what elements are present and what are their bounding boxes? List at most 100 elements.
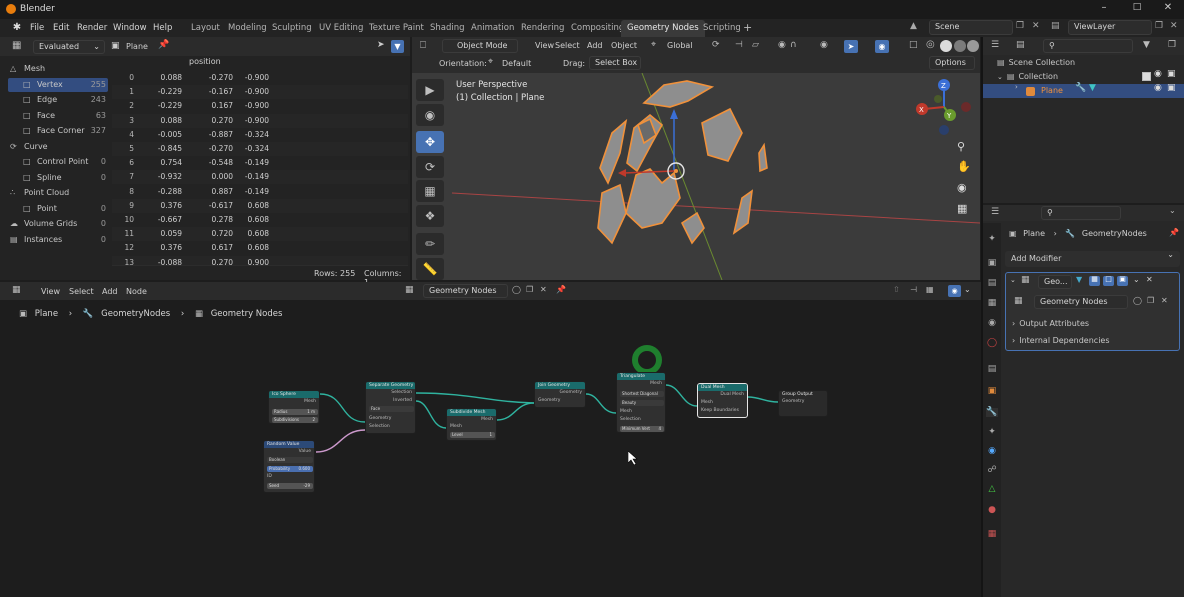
spreadsheet-domain-point[interactable]: □ Point 0 <box>8 202 108 216</box>
add-modifier-button[interactable]: Add Modifier ⌄ <box>1005 251 1180 267</box>
outliner-search-field[interactable]: ⚲ <box>1043 39 1133 53</box>
fake-user-shield-icon[interactable]: ◯ <box>1133 297 1142 305</box>
menu-window[interactable]: Window <box>113 19 147 37</box>
drag-select-box-dropdown[interactable]: Select Box <box>589 56 641 70</box>
visibility-icon[interactable]: ◉ <box>820 41 828 50</box>
render-display-icon[interactable]: ▣ <box>1117 276 1128 286</box>
properties-tab-world-icon[interactable]: ◯ <box>986 339 998 348</box>
proportional-edit-icon[interactable]: ◉ <box>778 41 786 50</box>
spreadsheet-domain-point-cloud[interactable]: ∴ Point Cloud <box>8 186 108 200</box>
spreadsheet-domain-vertex[interactable]: □ Vertex 255 <box>8 77 108 92</box>
properties-tab-particles-icon[interactable]: ✦ <box>986 428 998 437</box>
group-output-node[interactable]: Group Output Geometry <box>778 390 828 417</box>
internal-dependencies-panel[interactable]: › Internal Dependencies <box>1012 334 1172 348</box>
menu-edit[interactable]: Edit <box>53 19 69 37</box>
add-workspace-icon[interactable]: + <box>743 22 752 33</box>
triangulate-quad-method-field[interactable]: Shortest Diagonal <box>620 391 664 397</box>
display-mode-icon[interactable]: ▤ <box>1016 41 1025 50</box>
view-layer-field[interactable]: ViewLayer <box>1068 20 1152 35</box>
xray-icon[interactable]: □ <box>909 41 918 50</box>
viewport-menu-select[interactable]: Select <box>555 41 580 50</box>
spreadsheet-domain-spline[interactable]: □ Spline 0 <box>8 171 108 185</box>
properties-pin-icon[interactable]: 📌 <box>1169 229 1179 237</box>
properties-tab-modifier-icon[interactable]: 🔧 <box>986 408 998 417</box>
snap-target-icon[interactable]: ▱ <box>752 41 759 50</box>
properties-tab-output-icon[interactable]: ▤ <box>986 279 998 288</box>
pan-hand-icon[interactable]: ✋ <box>957 161 971 172</box>
plane-camera-icon[interactable]: ▣ <box>1167 84 1176 93</box>
transform-orientation-icon[interactable]: ⌖ <box>651 41 656 50</box>
spreadsheet-domain-volume-grids[interactable]: ☁ Volume Grids 0 <box>8 217 108 231</box>
viewport-menu-object[interactable]: Object <box>611 41 637 50</box>
properties-tab-constraints-icon[interactable]: ☍ <box>986 466 998 475</box>
properties-editor-type-icon[interactable]: ☰ <box>991 208 999 217</box>
camera-render-icon[interactable]: ▣ <box>1167 70 1176 79</box>
output-attributes-panel[interactable]: › Output Attributes <box>1012 317 1172 331</box>
ico-sphere-node[interactable]: Ico Sphere Mesh Radius 1 m Subdivisions 2 <box>268 390 320 424</box>
properties-tab-object-icon[interactable]: ▣ <box>986 387 998 396</box>
viewport-display-icon[interactable]: □ <box>1103 276 1114 286</box>
tab-animation[interactable]: Animation <box>465 20 520 37</box>
editor-divider[interactable] <box>981 37 983 597</box>
join-geometry-node[interactable]: Join Geometry Geometry Geometry <box>534 381 586 408</box>
tab-uv-editing[interactable]: UV Editing <box>313 20 369 37</box>
grid-view-icon[interactable]: ▦ <box>957 203 967 214</box>
properties-tab-render-icon[interactable]: ▣ <box>986 259 998 268</box>
node-editor[interactable]: ▦ View Select Add Node ▦ Geometry Nodes … <box>0 282 981 597</box>
tab-shading[interactable]: Shading <box>424 20 471 37</box>
tab-sculpting[interactable]: Sculpting <box>266 20 318 37</box>
outliner-filter-icon[interactable]: ▼ <box>1143 41 1150 50</box>
dual-mesh-node[interactable]: Dual Mesh Dual Mesh Mesh Keep Boundaries <box>697 383 748 418</box>
minimize-icon[interactable]: – <box>1097 3 1111 13</box>
menu-render[interactable]: Render <box>77 19 107 37</box>
tab-texture-paint[interactable]: Texture Paint <box>363 20 430 37</box>
random-type-field[interactable]: Boolean <box>267 457 313 463</box>
navigation-gizmo[interactable]: Z X Y <box>912 79 978 135</box>
separate-geometry-node[interactable]: Separate Geometry Selection Inverted Fac… <box>365 381 416 434</box>
modifier-dropdown-icon[interactable]: ⌄ <box>1133 276 1140 284</box>
random-value-node[interactable]: Random Value Value Boolean Probability 0.… <box>263 440 315 493</box>
new-scene-icon[interactable]: ❐ <box>1016 22 1024 31</box>
unlink-icon[interactable]: ✕ <box>1161 297 1168 305</box>
dual-keep-boundaries-checkbox[interactable]: Keep Boundaries <box>698 407 747 415</box>
spreadsheet-domain-mesh[interactable]: △ Mesh <box>8 62 108 76</box>
spreadsheet-domain-face-corner[interactable]: □ Face Corner 327 <box>8 124 108 138</box>
ico-radius-field[interactable]: Radius 1 m <box>272 409 318 415</box>
on-cage-icon[interactable]: ▦ <box>1089 276 1100 286</box>
subdivide-level-field[interactable]: Level 1 <box>450 432 495 438</box>
scene-field[interactable]: Scene <box>929 20 1013 35</box>
outliner-plane[interactable]: › Plane 🔧 ▼ ◉ ▣ <box>983 84 1184 98</box>
pivot-icon[interactable]: ⟳ <box>712 41 720 50</box>
properties-tab-data-icon[interactable]: △ <box>986 485 998 494</box>
falloff-icon[interactable]: ∩ <box>790 41 797 50</box>
orientation-value[interactable]: Default <box>502 59 531 68</box>
eye-icon[interactable]: ◉ <box>1154 70 1162 79</box>
modifier-name-field[interactable]: Geo... <box>1038 275 1072 289</box>
view-layer-icon[interactable]: ▤ <box>1051 22 1060 31</box>
outliner-collection[interactable]: ⌄ ▤ Collection ◉ ▣ <box>997 70 1184 84</box>
shading-wireframe-icon[interactable]: ◎ <box>926 40 935 50</box>
triangulate-min-vertices-field[interactable]: Minimum Vert 4 <box>620 426 664 432</box>
modifier-remove-icon[interactable]: ✕ <box>1146 276 1153 284</box>
triangulate-node[interactable]: Triangulate Mesh Shortest Diagonal Beaut… <box>616 372 666 433</box>
3d-viewport[interactable]: ⎕ Object Mode View Select Add Object ⌖ G… <box>412 37 980 280</box>
transform-global[interactable]: Global <box>667 41 693 50</box>
properties-tab-view-layer-icon[interactable]: ▦ <box>986 299 998 308</box>
pin-icon[interactable]: 📌 <box>158 41 169 50</box>
tab-layout[interactable]: Layout <box>185 20 226 37</box>
plane-eye-icon[interactable]: ◉ <box>1154 84 1162 93</box>
outliner-editor-type-icon[interactable]: ☰ <box>991 41 999 50</box>
maximize-icon[interactable]: □ <box>1130 3 1144 12</box>
properties-tab-physics-icon[interactable]: ◉ <box>986 447 998 456</box>
shading-solid-icon[interactable] <box>940 40 952 52</box>
random-probability-field[interactable]: Probability 0.600 <box>267 466 313 472</box>
scene-icon[interactable]: ▲ <box>910 22 917 31</box>
properties-tab-tool-icon[interactable]: ✦ <box>986 235 998 244</box>
filter-icon[interactable]: ▼ <box>391 40 404 53</box>
blender-menu-icon[interactable]: ✱ <box>12 23 22 33</box>
gizmo-toggle-icon[interactable]: ➤ <box>844 40 858 53</box>
ico-subdivisions-field[interactable]: Subdivisions 2 <box>272 417 318 423</box>
delete-view-layer-icon[interactable]: ✕ <box>1170 22 1178 31</box>
tab-geometry-nodes[interactable]: Geometry Nodes <box>621 20 705 37</box>
properties-options-icon[interactable]: ⌄ <box>1169 207 1176 215</box>
